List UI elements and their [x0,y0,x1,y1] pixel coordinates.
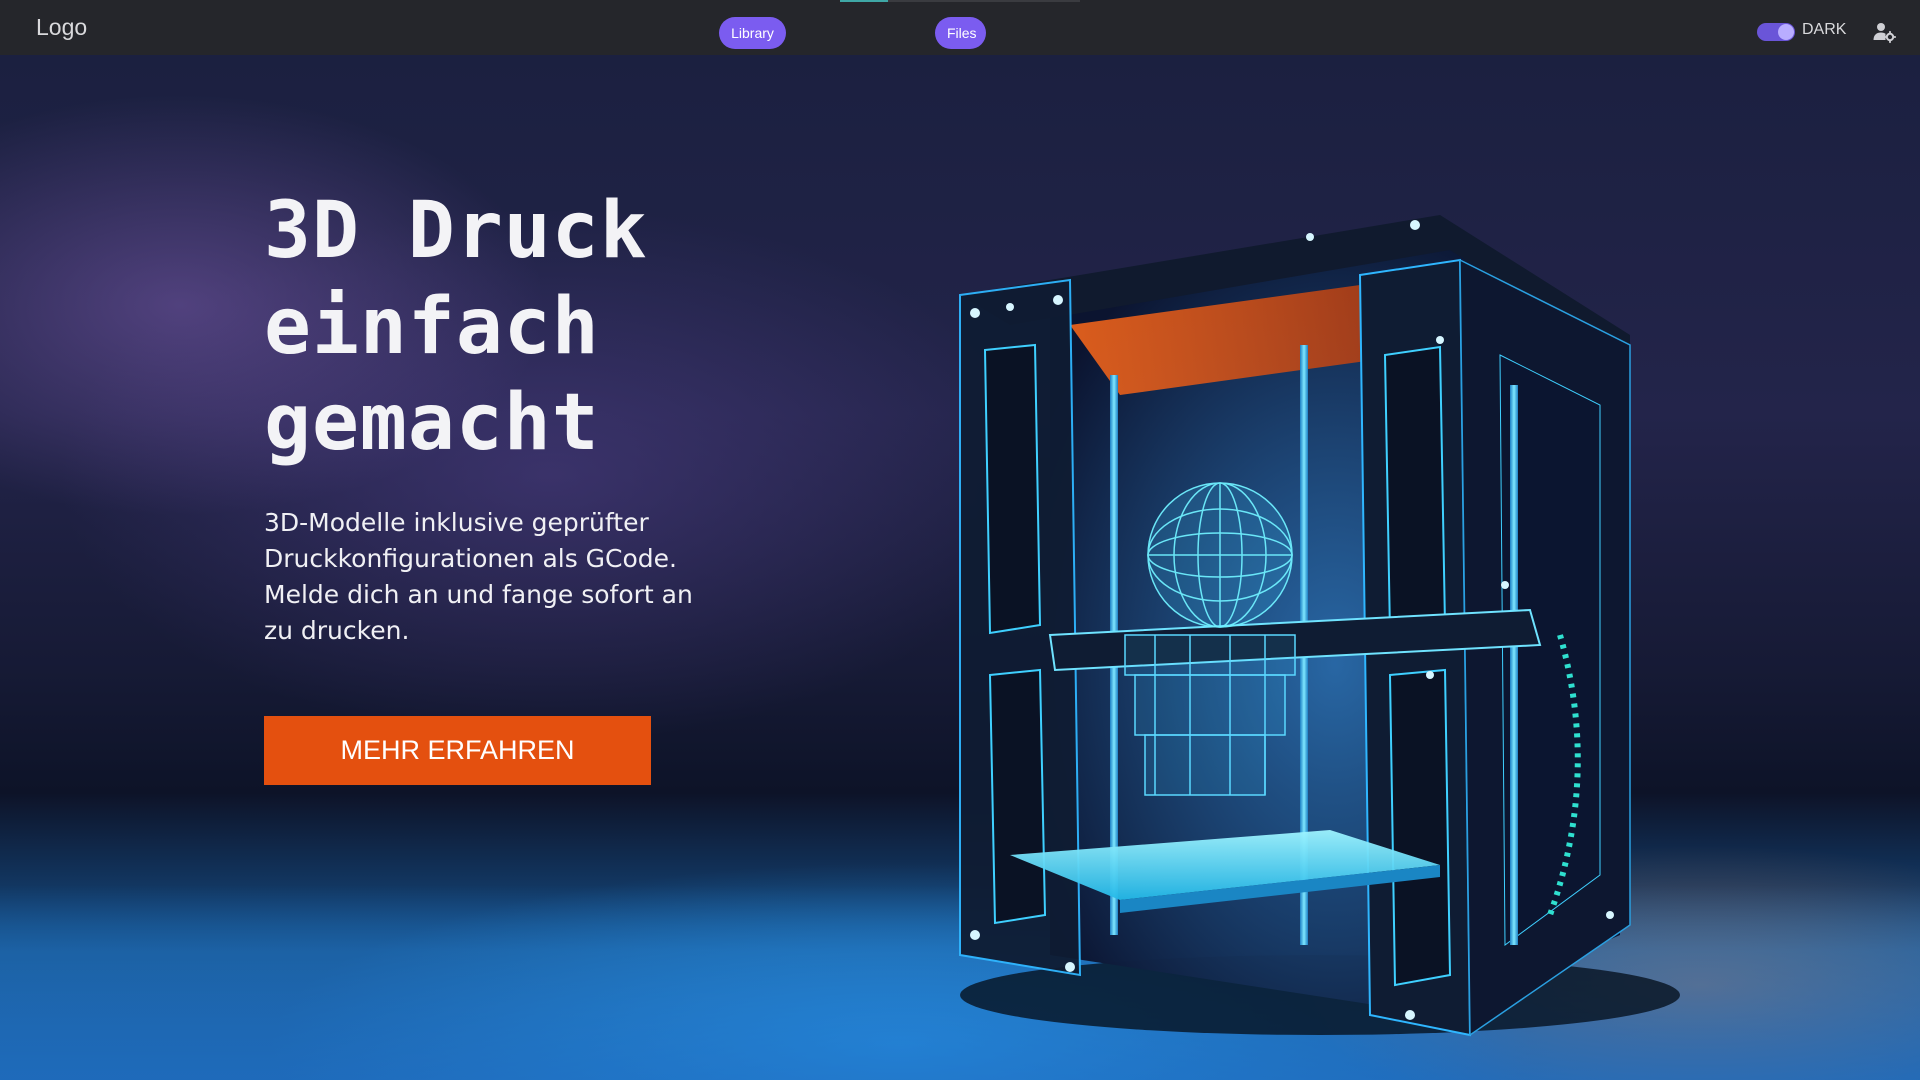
3d-printer-illustration [959,215,1680,1037]
nav-library-button[interactable]: Library [719,17,786,49]
headline-line-3: gemacht [264,378,600,468]
hero-description: 3D-Modelle inklusive geprüfter Druckkonf… [264,508,693,645]
user-settings-icon[interactable] [1872,20,1897,44]
logo[interactable]: Logo [36,16,87,39]
dark-mode-toggle[interactable] [1757,23,1795,41]
loading-indicator [840,0,888,2]
dark-mode-label: DARK [1802,21,1847,38]
top-navigation-bar: Logo Library Files DARK [0,0,1920,55]
headline-line-1: 3D Druck [264,186,648,276]
hero-section: 3D Druck einfach gemacht 3D-Modelle inkl… [0,55,1920,1080]
nav-files-button[interactable]: Files [935,17,986,49]
toggle-knob [1778,24,1794,40]
learn-more-button[interactable]: MEHR ERFAHREN [264,716,651,785]
hero-headline: 3D Druck einfach gemacht [264,183,904,471]
headline-line-2: einfach [264,282,600,372]
